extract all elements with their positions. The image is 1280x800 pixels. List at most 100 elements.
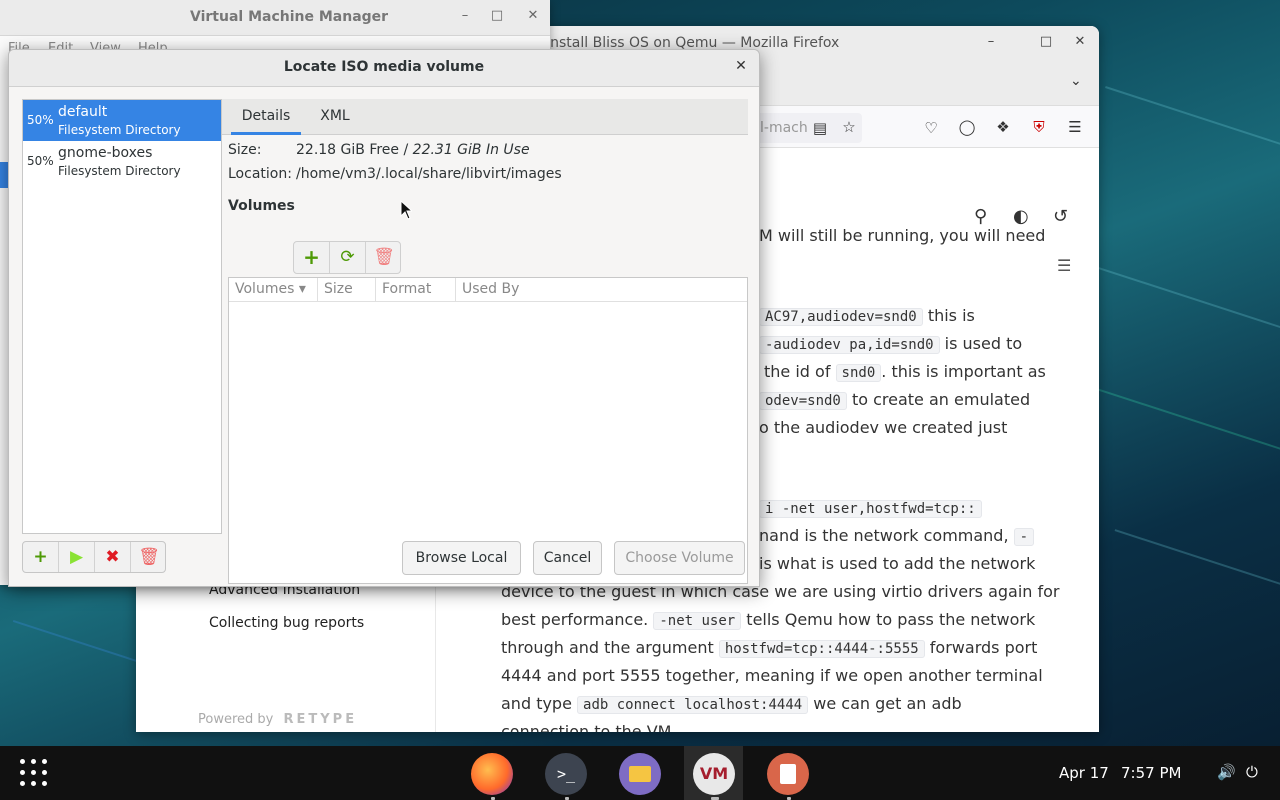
- sidebar-link-collecting-bug-reports[interactable]: Collecting bug reports: [209, 615, 364, 631]
- pool-item-default[interactable]: 50% default Filesystem Directory: [23, 100, 221, 141]
- pool-usage: 50%: [27, 113, 54, 127]
- add-pool-button[interactable]: +: [23, 542, 59, 572]
- storage-pool-list: 50% default Filesystem Directory 50% gno…: [22, 99, 222, 534]
- article-text: o the audiodev we created just: [759, 418, 1008, 437]
- account-icon[interactable]: ◯: [957, 118, 977, 136]
- article-text: the id of snd0. this is important as: [764, 360, 1046, 385]
- article-text: M will still be running, you will need: [759, 226, 1046, 245]
- firefox-icon[interactable]: [471, 753, 513, 795]
- size-value: 22.18 GiB Free / 22.31 GiB In Use: [296, 142, 530, 158]
- article-text: AC97,audiodev=snd0 this is: [759, 304, 975, 329]
- article-text: best performance. -net user tells Qemu h…: [501, 608, 1035, 633]
- location-value: /home/vm3/.local/share/libvirt/images: [296, 166, 562, 182]
- inline-code: odev=snd0: [759, 392, 847, 410]
- column-header-size[interactable]: Size: [318, 278, 376, 302]
- delete-volume-button[interactable]: 🗑: [366, 242, 400, 273]
- column-header-format[interactable]: Format: [376, 278, 456, 302]
- pool-toolbar: + ▶ ✖ 🗑: [22, 541, 166, 573]
- maximize-icon[interactable]: □: [486, 8, 508, 28]
- article-text: this is: [927, 306, 975, 325]
- sort-down-icon: ▾: [298, 281, 306, 297]
- reader-view-icon[interactable]: ▤: [810, 119, 830, 137]
- article-text: connection to the VM: [501, 722, 672, 732]
- maximize-icon[interactable]: □: [1035, 34, 1057, 54]
- stop-pool-button[interactable]: ✖: [95, 542, 131, 572]
- size-free: 22.18 GiB Free /: [296, 142, 409, 158]
- inline-code: adb connect localhost:4444: [577, 696, 809, 714]
- ublock-icon[interactable]: ⛨: [1029, 118, 1049, 136]
- pool-name: default: [58, 104, 108, 120]
- inline-code: AC97,audiodev=snd0: [759, 308, 923, 326]
- hamburger-menu-icon[interactable]: ☰: [1065, 118, 1085, 136]
- article-text: nand is the network command, -: [759, 524, 1035, 549]
- article-text: through and the argument: [501, 638, 714, 657]
- minimize-icon[interactable]: –: [454, 8, 476, 28]
- vmm-titlebar: Virtual Machine Manager – □ ✕: [0, 0, 550, 36]
- column-header-used-by[interactable]: Used By: [456, 278, 747, 302]
- close-icon[interactable]: ✕: [731, 58, 751, 78]
- text-editor-icon[interactable]: [767, 753, 809, 795]
- article-text: is used to: [944, 334, 1023, 353]
- location-label: Location:: [228, 166, 292, 182]
- column-label: Volumes: [235, 281, 295, 297]
- article-text: best performance.: [501, 610, 649, 629]
- virt-manager-icon[interactable]: VM: [693, 753, 735, 795]
- close-icon[interactable]: ✕: [522, 8, 544, 28]
- article-text: the id of: [764, 362, 831, 381]
- clock-time[interactable]: 7:57 PM: [1121, 764, 1181, 782]
- extensions-icon[interactable]: ❖: [993, 118, 1013, 136]
- size-label: Size:: [228, 142, 262, 158]
- powered-by-label: Powered by: [198, 712, 274, 727]
- terminal-icon[interactable]: >_: [545, 753, 587, 795]
- inline-code: hostfwd=tcp::4444-:5555: [718, 640, 925, 658]
- tab-xml[interactable]: XML: [308, 99, 362, 135]
- app-grid-icon[interactable]: [20, 759, 48, 787]
- article-text: odev=snd0 to create an emulated: [759, 388, 1030, 413]
- url-text: l-mach: [760, 120, 808, 136]
- taskbar: >_ VM Apr 17 7:57 PM 🔊 ⏻: [0, 746, 1280, 800]
- start-pool-button[interactable]: ▶: [59, 542, 95, 572]
- article-text: -audiodev pa,id=snd0 is used to: [759, 332, 1022, 357]
- article-text: i -net user,hostfwd=tcp::: [759, 496, 982, 521]
- choose-volume-button[interactable]: Choose Volume: [614, 541, 745, 575]
- delete-pool-button[interactable]: 🗑: [131, 542, 165, 572]
- tab-details[interactable]: Details: [231, 99, 301, 135]
- list-tabs-chevron-icon[interactable]: ⌄: [1070, 73, 1082, 89]
- pool-item-gnome-boxes[interactable]: 50% gnome-boxes Filesystem Directory: [23, 141, 221, 182]
- article-text: to create an emulated: [851, 390, 1031, 409]
- clock-date[interactable]: Apr 17: [1059, 764, 1109, 782]
- bookmark-star-icon[interactable]: ☆: [839, 118, 859, 136]
- dialog-title: Locate ISO media volume: [283, 59, 485, 75]
- volumes-label: Volumes: [228, 198, 295, 214]
- tab-strip: Details XML: [222, 99, 748, 135]
- minimize-icon[interactable]: –: [980, 34, 1002, 54]
- close-icon[interactable]: ✕: [1069, 34, 1091, 54]
- article-text: is what is used to add the network: [759, 554, 1036, 573]
- locate-iso-dialog: Locate ISO media volume ✕ 50% default Fi…: [8, 49, 760, 587]
- article-text: nand is the network command,: [759, 526, 1009, 545]
- browse-local-button[interactable]: Browse Local: [402, 541, 521, 575]
- pool-details-notebook: Details XML Size: 22.18 GiB Free / 22.31…: [222, 99, 748, 584]
- article-text: and type: [501, 694, 572, 713]
- inline-code: -audiodev pa,id=snd0: [759, 336, 940, 354]
- article-text: . this is important as: [881, 362, 1046, 381]
- article-text: 4444 and port 5555 together, meaning if …: [501, 666, 1043, 685]
- inline-code: snd0: [835, 364, 882, 382]
- add-volume-button[interactable]: +: [294, 242, 330, 273]
- pocket-icon[interactable]: ♡: [921, 119, 941, 137]
- pool-name: gnome-boxes: [58, 145, 153, 161]
- files-icon[interactable]: [619, 753, 661, 795]
- inline-code: i -net user,hostfwd=tcp::: [759, 500, 982, 518]
- vmm-window-title: Virtual Machine Manager: [190, 9, 389, 25]
- pool-type: Filesystem Directory: [58, 123, 181, 137]
- refresh-volumes-button[interactable]: ⟳: [330, 242, 366, 273]
- column-header-volumes[interactable]: Volumes ▾: [229, 278, 318, 302]
- powered-by-retype[interactable]: Powered by RETYPE: [198, 712, 357, 727]
- article-text: forwards port: [929, 638, 1038, 657]
- power-icon[interactable]: ⏻: [1246, 763, 1258, 781]
- volume-icon[interactable]: 🔊: [1217, 763, 1236, 781]
- article-text: through and the argument hostfwd=tcp::44…: [501, 636, 1037, 661]
- inline-code: -net user: [653, 612, 742, 630]
- article-text: we can get an adb: [813, 694, 962, 713]
- cancel-button[interactable]: Cancel: [533, 541, 602, 575]
